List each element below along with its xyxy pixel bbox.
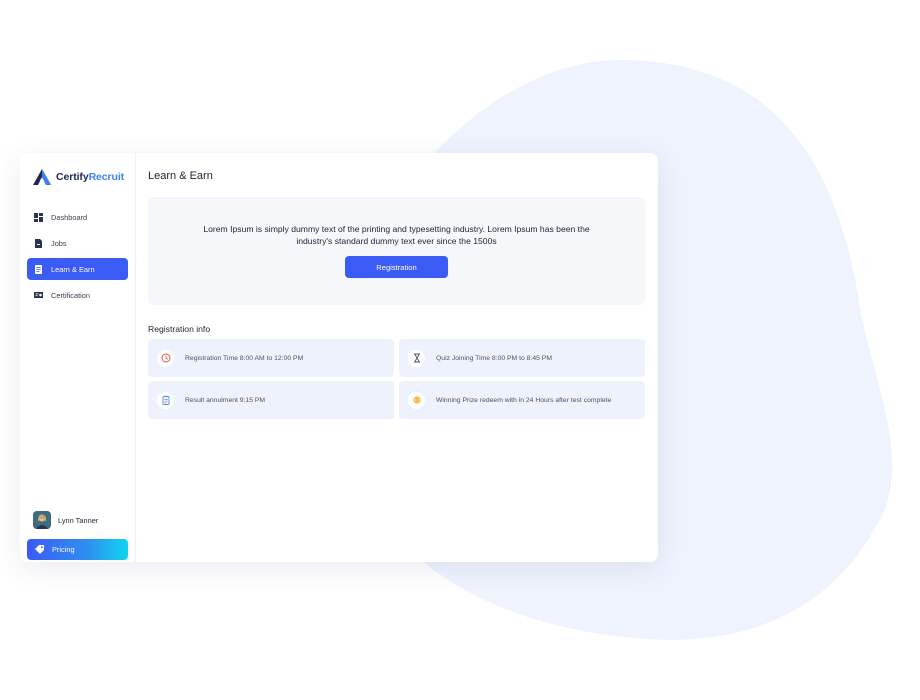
- brand-logo[interactable]: CertifyRecruit: [33, 169, 124, 185]
- prize-icon: [412, 396, 421, 404]
- info-card: Quiz Joining Time 8:00 PM to 8:45 PM: [399, 339, 645, 377]
- brand-name: CertifyRecruit: [56, 171, 124, 183]
- registration-info-title: Registration info: [148, 324, 211, 334]
- sidebar: CertifyRecruit Dashboard Jobs Learn & Ea…: [20, 153, 136, 562]
- user-profile[interactable]: Lynn Tanner: [33, 511, 98, 529]
- dashboard-icon: [34, 212, 43, 222]
- hero-text: Lorem Ipsum is simply dummy text of the …: [203, 224, 590, 246]
- main-content: Learn & Earn Lorem Ipsum is simply dummy…: [148, 153, 645, 562]
- registration-button[interactable]: Registration: [345, 256, 448, 278]
- info-text: Result annulment 9:15 PM: [185, 396, 266, 404]
- info-text: Winning Prize redeem with in 24 Hours af…: [436, 396, 612, 404]
- tag-icon: [35, 545, 44, 554]
- info-text: Quiz Joining Time 8:00 PM to 8:45 PM: [436, 354, 552, 362]
- hero-panel: Lorem Ipsum is simply dummy text of the …: [148, 197, 645, 305]
- sidebar-item-certification[interactable]: Certification: [27, 284, 128, 306]
- hourglass-icon: [413, 353, 420, 363]
- avatar: [33, 511, 51, 529]
- sidebar-nav: Dashboard Jobs Learn & Earn Certificatio…: [27, 206, 128, 310]
- logo-mark-icon: [33, 169, 51, 185]
- info-text: Registration Time 8:00 AM to 12:00 PM: [185, 354, 304, 362]
- pricing-button[interactable]: Pricing: [27, 539, 128, 560]
- sidebar-item-jobs[interactable]: Jobs: [27, 232, 128, 254]
- jobs-icon: [35, 238, 42, 248]
- user-name: Lynn Tanner: [58, 515, 99, 525]
- pricing-label: Pricing: [52, 545, 75, 554]
- clock-icon: [161, 353, 170, 363]
- sidebar-item-label: Certification: [51, 290, 91, 300]
- page-title: Learn & Earn: [148, 170, 213, 182]
- info-card: Registration Time 8:00 AM to 12:00 PM: [148, 339, 394, 377]
- prize-icon-wrap: [408, 391, 425, 409]
- clipboard-icon: [162, 395, 169, 405]
- info-card: Result annulment 9:15 PM: [148, 381, 394, 419]
- clipboard-icon-wrap: [157, 391, 174, 409]
- app-window: CertifyRecruit Dashboard Jobs Learn & Ea…: [20, 153, 658, 562]
- learn-icon: [35, 264, 42, 274]
- clock-icon-wrap: [157, 349, 174, 367]
- brand-name-part2: Recruit: [88, 171, 125, 183]
- certificate-icon: [34, 291, 43, 298]
- sidebar-item-label: Learn & Earn: [51, 264, 95, 274]
- sidebar-item-learn-earn[interactable]: Learn & Earn: [27, 258, 128, 280]
- hourglass-icon-wrap: [408, 349, 425, 367]
- info-card: Winning Prize redeem with in 24 Hours af…: [399, 381, 645, 419]
- sidebar-item-label: Jobs: [51, 238, 67, 248]
- sidebar-item-dashboard[interactable]: Dashboard: [27, 206, 128, 228]
- brand-name-part1: Certify: [56, 171, 89, 183]
- sidebar-item-label: Dashboard: [51, 212, 88, 222]
